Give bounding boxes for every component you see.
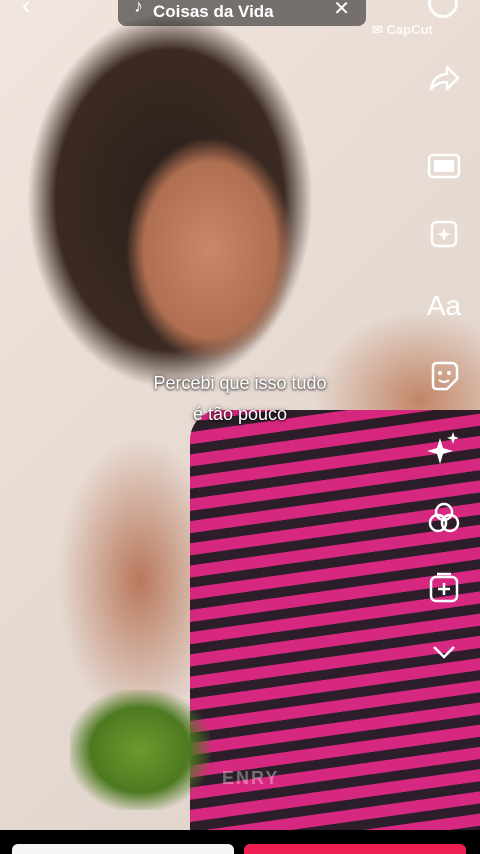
- sticker-button[interactable]: [418, 356, 470, 396]
- caption-line-2: é tão pouco: [192, 404, 288, 424]
- template-button[interactable]: [418, 146, 470, 186]
- more-tools-button[interactable]: [418, 632, 470, 672]
- sparkle-button[interactable]: [418, 428, 470, 468]
- capcut-logo-icon: ✉: [372, 22, 383, 37]
- striped-shirt-region: [190, 410, 480, 830]
- video-editor-screen: ‹ ♪ Coisas da Vida ✕ ✉ CapCut Aa Percebi…: [0, 0, 480, 854]
- music-selector[interactable]: ♪ Coisas da Vida ✕: [118, 0, 366, 26]
- music-title: Coisas da Vida: [153, 2, 274, 21]
- add-clip-icon: [429, 572, 459, 603]
- share-icon: [429, 65, 460, 91]
- bottom-bar: [0, 830, 480, 854]
- video-caption[interactable]: Percebi que isso tudo é tão pouco: [100, 368, 380, 430]
- top-bar: ‹ ♪ Coisas da Vida ✕ ✉ CapCut: [0, 0, 480, 37]
- capcut-watermark: ✉ CapCut: [372, 22, 433, 38]
- chevron-down-icon: [433, 646, 455, 659]
- text-icon: Aa: [426, 290, 462, 321]
- plant-region: [70, 690, 210, 810]
- close-icon[interactable]: ✕: [333, 0, 350, 21]
- filters-button[interactable]: [418, 498, 470, 538]
- filters-icon: [428, 502, 460, 533]
- caption-line-1: Percebi que isso tudo: [153, 373, 327, 393]
- text-button[interactable]: Aa: [418, 286, 470, 326]
- music-note-icon: ♪: [134, 0, 143, 16]
- creator-watermark: ENRY: [222, 768, 280, 788]
- effects-button[interactable]: [418, 214, 470, 254]
- template-icon: [427, 153, 461, 179]
- sparkle-icon: [427, 432, 459, 464]
- watermark-text: CapCut: [386, 22, 433, 37]
- effects-icon: [430, 220, 458, 248]
- settings-gear-icon[interactable]: [428, 0, 458, 18]
- add-clip-button[interactable]: [418, 568, 470, 608]
- story-button[interactable]: [12, 844, 234, 854]
- sticker-icon: [431, 361, 459, 391]
- next-button[interactable]: [244, 844, 466, 854]
- back-arrow-icon[interactable]: ‹: [22, 0, 48, 18]
- share-button[interactable]: [418, 58, 470, 98]
